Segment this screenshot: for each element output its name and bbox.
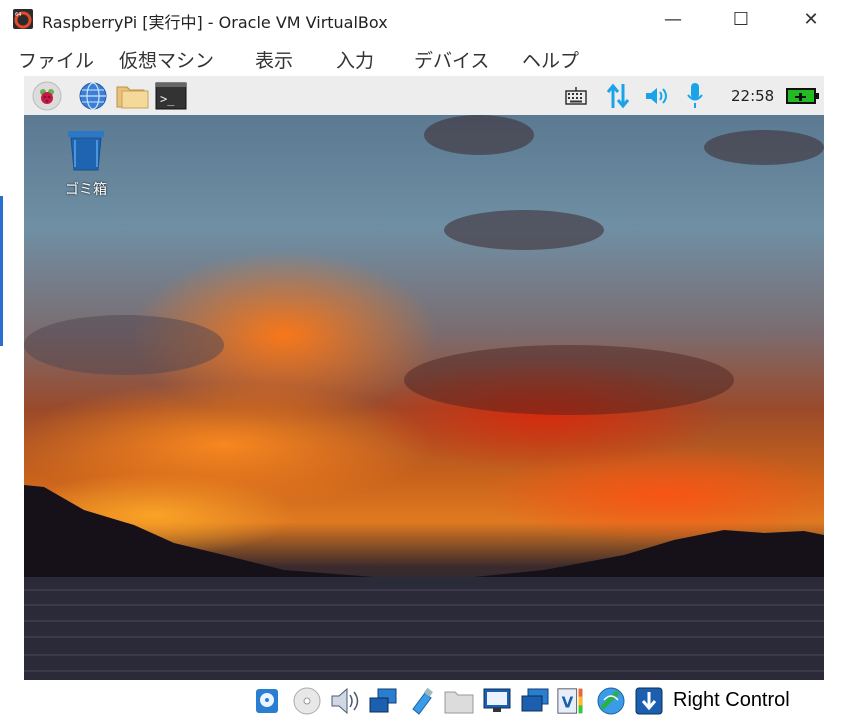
trash-label: ゴミ箱 <box>65 182 107 198</box>
battery-charging-icon[interactable] <box>786 82 820 110</box>
microphone-icon[interactable] <box>684 82 706 110</box>
edge-highlight <box>0 196 3 346</box>
menu-bar: ファイル 仮想マシン 表示 入力 デバイス ヘルプ <box>0 38 845 76</box>
host-key-label: Right Control <box>673 689 790 711</box>
volume-icon[interactable] <box>644 82 670 110</box>
menu-machine[interactable]: 仮想マシン <box>119 46 214 73</box>
optical-disk-icon[interactable] <box>292 686 322 716</box>
keyboard-icon[interactable] <box>564 82 588 110</box>
trash-desktop-icon[interactable]: ゴミ箱 <box>60 129 112 199</box>
host-window-edge <box>0 76 24 721</box>
audio-icon[interactable] <box>330 686 360 716</box>
mouse-integration-icon[interactable] <box>596 686 626 716</box>
file-manager-icon[interactable] <box>116 82 150 110</box>
wallpaper-landscape <box>24 485 824 680</box>
shared-folders-icon[interactable] <box>444 686 474 716</box>
virtualbox-app-icon: 64 <box>13 9 33 29</box>
menu-input[interactable]: 入力 <box>336 46 374 73</box>
network-arrows-icon[interactable] <box>604 82 632 110</box>
terminal-icon[interactable]: >_ <box>155 82 187 110</box>
vm-status-bar: V Right Control <box>0 680 845 721</box>
trash-bin-icon <box>68 131 104 171</box>
hard-disk-icon[interactable] <box>252 686 282 716</box>
raspberry-menu-icon[interactable] <box>32 81 62 111</box>
window-title: RaspberryPi [実行中] - Oracle VM VirtualBox <box>42 13 388 32</box>
menu-view[interactable]: 表示 <box>255 46 293 73</box>
usb-icon[interactable] <box>406 686 436 716</box>
menu-devices[interactable]: デバイス <box>414 46 489 73</box>
svg-text:V: V <box>562 694 574 712</box>
clock[interactable]: 22:58 <box>731 87 774 105</box>
guest-taskbar: >_ 22:58 <box>24 76 824 115</box>
window-titlebar: 64 RaspberryPi [実行中] - Oracle VM Virtual… <box>0 0 845 38</box>
minimize-button[interactable]: — <box>650 0 696 38</box>
virtualization-icon[interactable]: V <box>556 686 586 716</box>
close-button[interactable]: ✕ <box>788 0 834 38</box>
terminal-prompt-glyph: >_ <box>160 92 175 106</box>
web-browser-icon[interactable] <box>78 82 108 110</box>
recording-icon[interactable] <box>520 686 550 716</box>
network-icon[interactable] <box>368 686 398 716</box>
menu-help[interactable]: ヘルプ <box>522 46 579 73</box>
menu-file[interactable]: ファイル <box>18 46 94 73</box>
svg-text:64: 64 <box>15 12 21 18</box>
display-icon[interactable] <box>482 686 512 716</box>
guest-desktop[interactable]: ゴミ箱 <box>24 115 824 680</box>
host-key-arrow-icon[interactable] <box>634 686 664 716</box>
maximize-button[interactable]: ☐ <box>718 0 764 38</box>
